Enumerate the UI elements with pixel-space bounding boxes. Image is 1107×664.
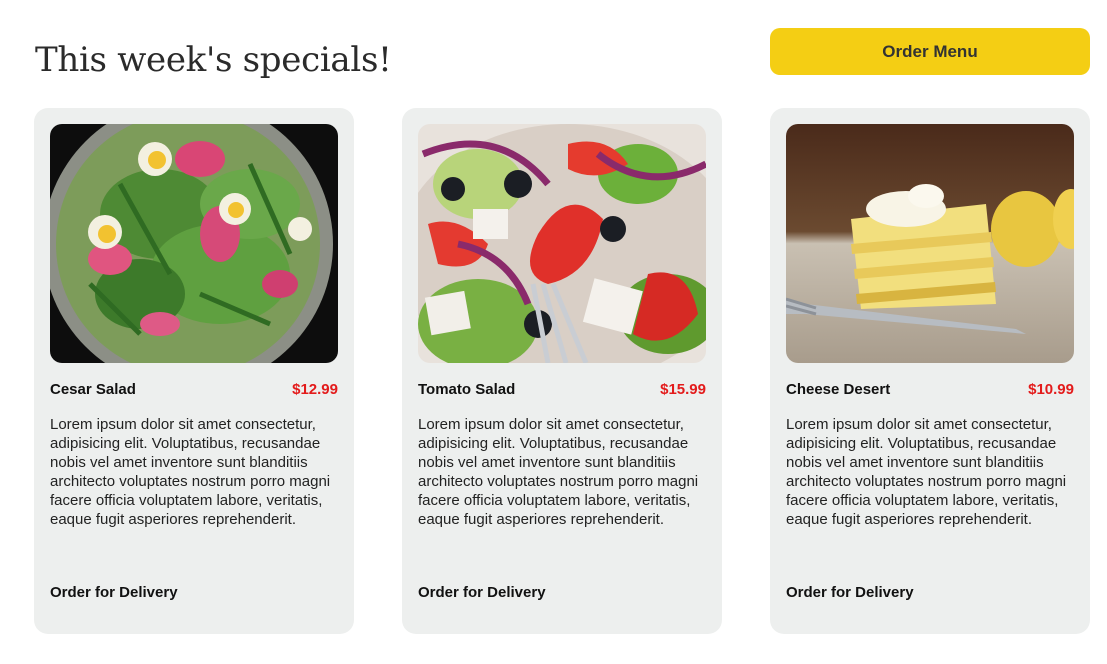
cheesecake-photo (786, 124, 1074, 363)
dish-name: Tomato Salad (418, 381, 516, 398)
dish-name: Cesar Salad (50, 381, 136, 398)
special-card-cesar-salad: Cesar Salad $12.99 Lorem ipsum dolor sit… (34, 108, 354, 634)
dish-description: Lorem ipsum dolor sit amet consectetur, … (50, 416, 331, 528)
dish-description: Lorem ipsum dolor sit amet consectetur, … (418, 416, 699, 528)
salad-bowl-photo (50, 124, 338, 363)
specials-page: This week's specials! Order Menu Cesar S… (0, 0, 1107, 664)
dish-name: Cheese Desert (786, 381, 891, 398)
order-delivery-link[interactable]: Order for Delivery (786, 584, 914, 601)
page-title: This week's specials! (35, 40, 392, 80)
order-delivery-link[interactable]: Order for Delivery (50, 584, 178, 601)
order-delivery-link[interactable]: Order for Delivery (418, 584, 546, 601)
special-card-tomato-salad: Tomato Salad $15.99 Lorem ipsum dolor si… (402, 108, 722, 634)
tomato-salad-photo (418, 124, 706, 363)
dish-price: $10.99 (1028, 381, 1074, 398)
dish-price: $12.99 (292, 381, 338, 398)
dish-description: Lorem ipsum dolor sit amet consectetur, … (786, 416, 1067, 528)
order-menu-button[interactable]: Order Menu (770, 28, 1090, 75)
special-card-cheese-desert: Cheese Desert $10.99 Lorem ipsum dolor s… (770, 108, 1090, 634)
dish-price: $15.99 (660, 381, 706, 398)
